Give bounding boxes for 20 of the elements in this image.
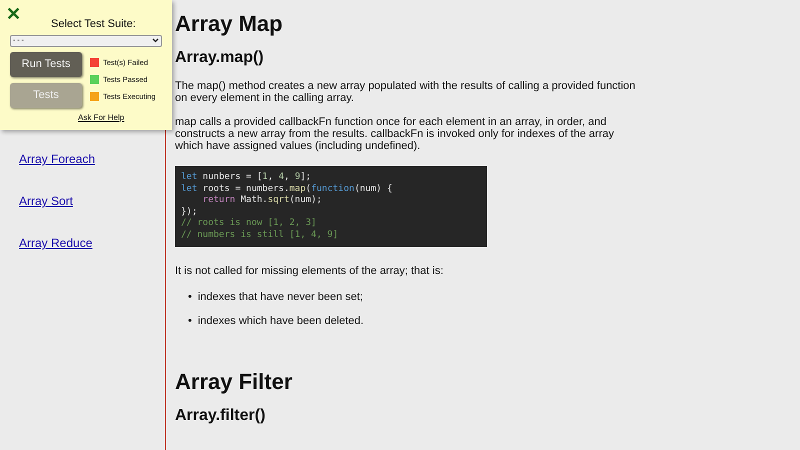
select-label: Select Test Suite: (51, 17, 136, 32)
help-link[interactable]: Ask For Help (78, 112, 124, 124)
section-heading: Array Filter (175, 368, 294, 396)
chevron-down-icon (152, 38, 159, 43)
test-button[interactable]: Run Tests (10, 52, 82, 76)
close-button[interactable]: ✕ (6, 4, 21, 24)
bullet-item: indexes that have never been set; (198, 290, 363, 304)
paragraph: It is not called for missing elements of the array; that is: (175, 264, 444, 279)
code-block: let nunbers = [1, 4, 9]; let roots = numbers.map(function(num) { return Math.sqrt(num); }); // roots is now [1, 2, 3] // numbers is still [1, 4, 9] (175, 166, 487, 247)
sidebar-link[interactable]: Array Sort (19, 192, 74, 210)
bullet-marker: • (188, 314, 192, 328)
bullet-item: indexes which have been deleted. (198, 314, 364, 328)
sidebar-link[interactable]: Array Reduce (19, 234, 92, 252)
paragraph: The map() method creates a new array populated with the results of calling a provided function on every element in the calling array. (175, 80, 636, 104)
bullet-marker: • (188, 290, 192, 304)
section-subheading: Array.filter() (175, 406, 266, 426)
sidebar-link[interactable]: Array Foreach (19, 150, 96, 168)
section-heading: Array Map (175, 10, 284, 38)
paragraph: map calls a provided callbackFn function once for each element in an array, in order, and constructs a new array from the results. callbackFn is invoked only for indexes of the array which have assigned values (including undefined). (175, 116, 615, 152)
section-subheading: Array.map() (175, 48, 265, 68)
